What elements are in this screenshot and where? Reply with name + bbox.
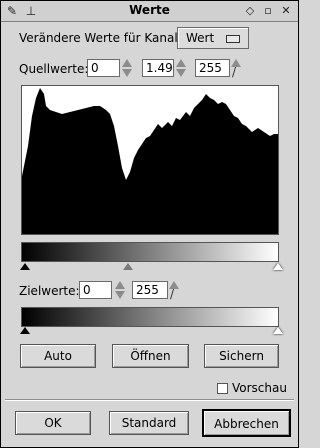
output-high-spin-arrows[interactable]: / [169, 280, 179, 301]
spin-down-icon[interactable] [115, 291, 125, 299]
maximize-icon[interactable]: ▫ [261, 4, 275, 18]
spin-up-icon[interactable] [115, 281, 125, 289]
spin-down-icon[interactable] [176, 69, 186, 77]
close-icon[interactable]: ✕ [279, 4, 293, 18]
output-white-slider-handle[interactable] [273, 327, 283, 334]
channel-select[interactable]: Wert [177, 27, 249, 49]
input-white-slider-handle[interactable] [273, 263, 283, 270]
cancel-button[interactable]: Abbrechen [202, 409, 291, 437]
output-gradient-bar [21, 307, 279, 327]
output-low-field[interactable]: 0 [79, 281, 112, 299]
option-menu-indicator-icon [226, 35, 240, 43]
output-low-spin-arrows[interactable] [115, 280, 125, 300]
output-black-slider-handle[interactable] [20, 327, 30, 334]
spin-resize-icon: / [232, 65, 237, 79]
levels-dialog: ✎ ⊥ Werte ◇ ▫ ✕ Verändere Werte für Kana… [0, 0, 299, 448]
input-high-spin-arrows[interactable]: / [231, 58, 241, 79]
title-bar[interactable]: ✎ ⊥ Werte ◇ ▫ ✕ [1, 1, 298, 22]
spin-down-icon[interactable] [122, 69, 132, 77]
input-black-slider-handle[interactable] [20, 263, 30, 270]
input-low-spin-arrows[interactable] [122, 58, 132, 78]
separator [5, 399, 294, 401]
input-gradient-bar [21, 242, 279, 262]
auto-button[interactable]: Auto [20, 344, 96, 368]
shade-icon[interactable]: ◇ [243, 4, 257, 18]
channel-select-value: Wert [186, 31, 215, 45]
input-gamma-slider-handle[interactable] [123, 263, 133, 270]
input-high-field[interactable]: 255 [195, 59, 230, 77]
histogram [21, 85, 279, 235]
gamma-spin-arrows[interactable] [176, 58, 186, 78]
channel-label: Verändere Werte für Kanal: [19, 31, 182, 45]
save-button[interactable]: Sichern [204, 344, 279, 368]
preview-checkbox[interactable] [217, 383, 228, 394]
spin-up-icon[interactable] [122, 59, 132, 67]
input-levels-label: Quellwerte: [19, 62, 89, 76]
histogram-graph [22, 88, 278, 234]
standard-button[interactable]: Standard [109, 411, 189, 435]
open-button[interactable]: Öffnen [112, 344, 189, 368]
ok-button[interactable]: OK [15, 411, 91, 435]
input-low-field[interactable]: 0 [87, 59, 120, 77]
spin-resize-icon: / [170, 287, 175, 301]
gamma-field[interactable]: 1.49 [142, 59, 174, 77]
spin-up-icon[interactable] [176, 59, 186, 67]
output-levels-label: Zielwerte: [19, 284, 80, 298]
output-high-field[interactable]: 255 [132, 281, 168, 299]
preview-label: Vorschau [232, 381, 287, 395]
